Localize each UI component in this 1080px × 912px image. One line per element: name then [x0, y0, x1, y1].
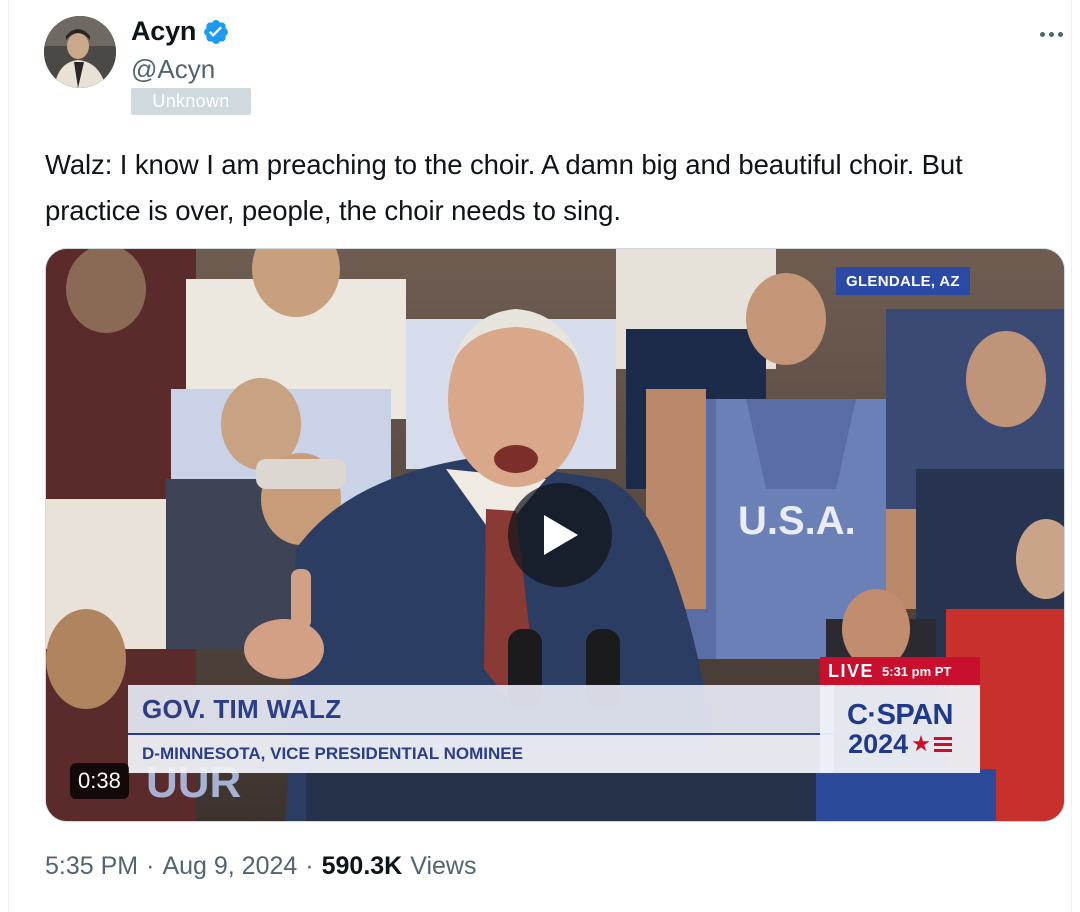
- tweet-date[interactable]: Aug 9, 2024: [162, 852, 297, 881]
- live-time: 5:31 pm PT: [882, 663, 952, 679]
- lower-third-subtitle: D-MINNESOTA, VICE PRESIDENTIAL NOMINEE: [128, 733, 834, 773]
- meta-separator: ·: [146, 852, 155, 880]
- network-year: 2024: [848, 729, 909, 759]
- network-name: C·SPAN: [846, 699, 954, 731]
- network-year-row: 2024 ★: [848, 730, 952, 758]
- live-label: LIVE: [828, 660, 875, 681]
- play-icon: [544, 515, 578, 555]
- network-logo: C·SPAN 2024 ★: [820, 685, 980, 773]
- author-avatar[interactable]: [44, 16, 116, 88]
- video-duration: 0:38: [70, 763, 129, 799]
- meta-separator: ·: [305, 852, 314, 880]
- live-badge: LIVE 5:31 pm PT: [820, 657, 980, 685]
- more-horizontal-icon: [1039, 31, 1045, 37]
- tweet-meta: 5:35 PM · Aug 9, 2024 · 590.3K Views: [45, 852, 476, 881]
- location-bug: GLENDALE, AZ: [836, 267, 970, 295]
- shirt-text: U.S.A.: [738, 499, 856, 543]
- views-count[interactable]: 590.3K: [322, 852, 403, 881]
- author-name-row: Acyn: [131, 16, 230, 47]
- more-options-button[interactable]: [1029, 18, 1073, 50]
- more-horizontal-icon: [1057, 31, 1063, 37]
- tweet-text: Walz: I know I am preaching to the choir…: [45, 149, 963, 226]
- avatar-image: [44, 16, 116, 88]
- tweet-time[interactable]: 5:35 PM: [45, 852, 138, 881]
- author-handle[interactable]: @Acyn: [131, 54, 215, 85]
- more-horizontal-icon: [1048, 31, 1054, 37]
- verified-badge-icon[interactable]: [202, 18, 230, 46]
- stripes-icon: [933, 736, 952, 752]
- play-button[interactable]: [508, 483, 612, 587]
- account-label-badge: Unknown: [131, 88, 251, 115]
- author-display-name[interactable]: Acyn: [131, 16, 196, 47]
- views-label: Views: [410, 852, 477, 880]
- lower-third-name: GOV. TIM WALZ: [128, 685, 834, 733]
- star-icon: ★: [911, 731, 931, 756]
- video-player[interactable]: U.S.A. UUR GLENDALE, AZ GOV. TIM WALZ D-…: [45, 248, 1065, 822]
- tweet-card: Acyn @Acyn Unknown Walz: I know I am pre…: [8, 0, 1072, 912]
